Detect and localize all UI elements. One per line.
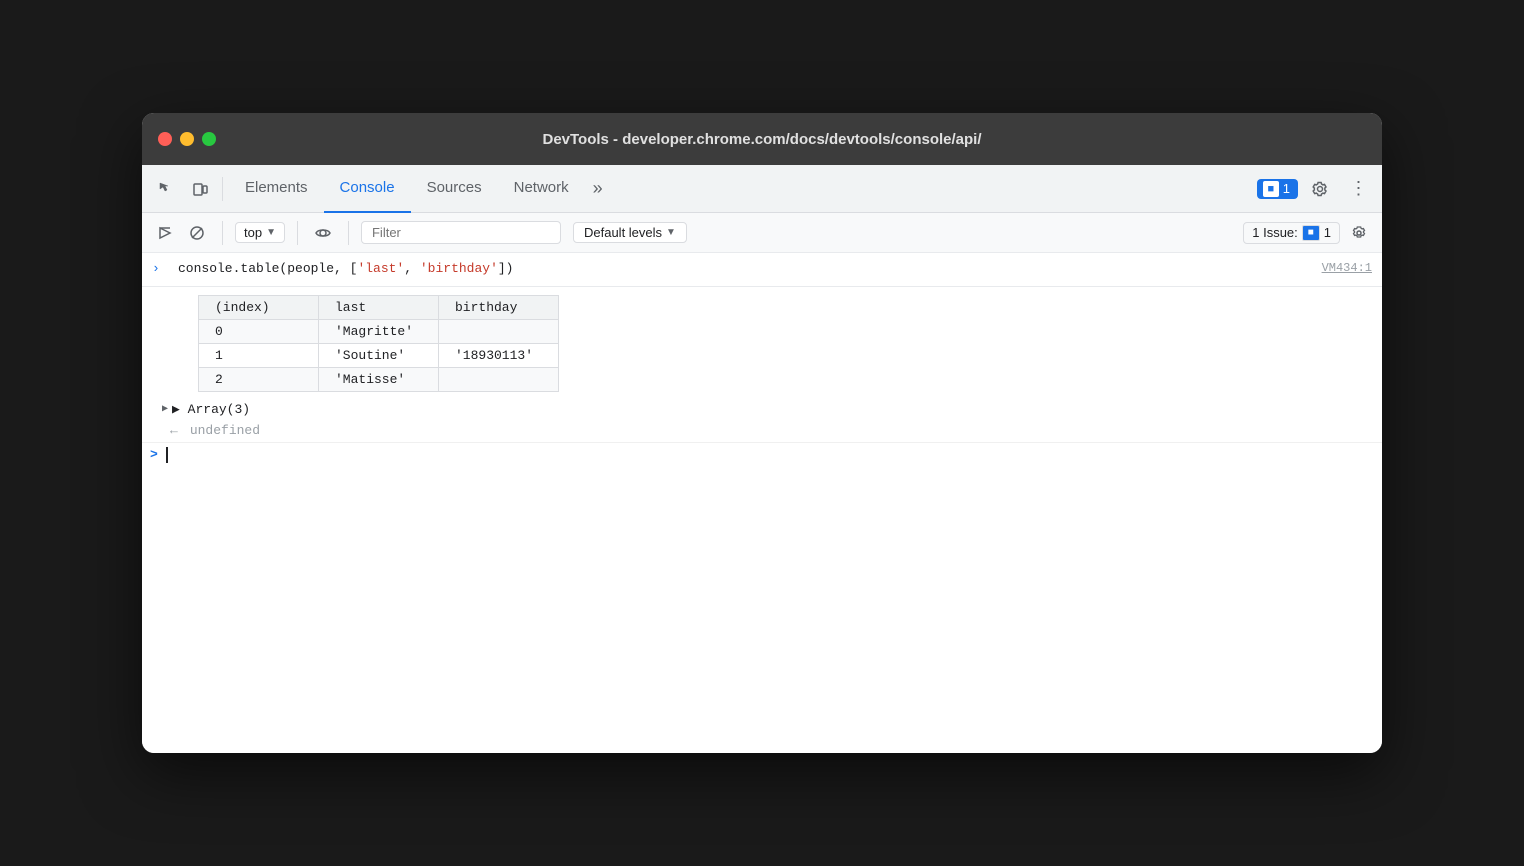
table-cell-birthday-0 xyxy=(439,319,559,343)
toolbar-right: ■ 1 ⋮ xyxy=(1257,173,1374,205)
console-toolbar-divider3 xyxy=(348,221,349,245)
toolbar-divider xyxy=(222,177,223,201)
device-toggle-button[interactable] xyxy=(184,173,216,205)
tab-network[interactable]: Network xyxy=(498,165,585,213)
context-selector[interactable]: top ▼ xyxy=(235,222,285,243)
code-string2: 'birthday' xyxy=(420,261,498,276)
table-cell-birthday-2 xyxy=(439,367,559,391)
console-toolbar-divider2 xyxy=(297,221,298,245)
issue-badge-icon: ■ xyxy=(1263,181,1279,197)
table-row: 1 'Soutine' '18930113' xyxy=(199,343,559,367)
context-dropdown-icon: ▼ xyxy=(266,227,276,238)
table-cell-index-2: 2 xyxy=(199,367,319,391)
tab-console[interactable]: Console xyxy=(324,165,411,213)
maximize-button[interactable] xyxy=(202,132,216,146)
console-settings-button[interactable] xyxy=(1346,220,1372,246)
vm-link[interactable]: VM434:1 xyxy=(1322,259,1372,278)
settings-button[interactable] xyxy=(1304,173,1336,205)
console-table-container: (index) last birthday 0 'Magritte' 1 'So… xyxy=(142,287,1382,400)
table-cell-index-1: 1 xyxy=(199,343,319,367)
table-cell-last-2: 'Matisse' xyxy=(319,367,439,391)
console-toolbar: top ▼ Default levels ▼ 1 Issue: ■ 1 xyxy=(142,213,1382,253)
code-prefix: console.table(people, [ xyxy=(178,261,357,276)
undefined-text: undefined xyxy=(190,423,260,438)
main-toolbar: Elements Console Sources Network » ■ 1 xyxy=(142,165,1382,213)
array-expand[interactable]: ▶ ▶ Array(3) xyxy=(142,400,1382,419)
devtools-window: DevTools - developer.chrome.com/docs/dev… xyxy=(142,113,1382,753)
more-options-button[interactable]: ⋮ xyxy=(1342,173,1374,205)
execute-button[interactable] xyxy=(152,220,178,246)
close-button[interactable] xyxy=(158,132,172,146)
undefined-entry: ← undefined xyxy=(142,419,1382,443)
issue-badge[interactable]: ■ 1 xyxy=(1257,179,1298,199)
command-arrow[interactable]: › xyxy=(152,261,168,276)
tab-sources[interactable]: Sources xyxy=(411,165,498,213)
expand-triangle-icon: ▶ xyxy=(162,403,168,415)
table-cell-index-0: 0 xyxy=(199,319,319,343)
code-comma: , xyxy=(404,261,420,276)
input-cursor-caret xyxy=(166,447,168,463)
input-prompt: > xyxy=(150,447,158,462)
console-input-line[interactable]: > xyxy=(142,443,1382,467)
code-suffix: ]) xyxy=(498,261,514,276)
eye-button[interactable] xyxy=(310,220,336,246)
table-cell-last-0: 'Magritte' xyxy=(319,319,439,343)
console-content: › console.table(people, ['last', 'birthd… xyxy=(142,253,1382,753)
table-row: 2 'Matisse' xyxy=(199,367,559,391)
minimize-button[interactable] xyxy=(180,132,194,146)
issue-count-badge-icon: ■ xyxy=(1302,225,1320,241)
table-header-birthday: birthday xyxy=(439,295,559,319)
table-row: 0 'Magritte' xyxy=(199,319,559,343)
levels-selector[interactable]: Default levels ▼ xyxy=(573,222,687,243)
console-command-code: console.table(people, ['last', 'birthday… xyxy=(178,259,1372,280)
code-string1: 'last' xyxy=(357,261,404,276)
array-expand-label: ▶ Array(3) xyxy=(172,402,250,417)
toolbar-left xyxy=(150,173,216,205)
table-header-index: (index) xyxy=(199,295,319,319)
tab-elements[interactable]: Elements xyxy=(229,165,324,213)
table-cell-birthday-1: '18930113' xyxy=(439,343,559,367)
left-arrow-icon: ← xyxy=(170,423,178,438)
console-toolbar-divider xyxy=(222,221,223,245)
table-cell-last-1: 'Soutine' xyxy=(319,343,439,367)
title-bar: DevTools - developer.chrome.com/docs/dev… xyxy=(142,113,1382,165)
inspect-element-button[interactable] xyxy=(150,173,182,205)
levels-dropdown-icon: ▼ xyxy=(666,227,676,238)
console-table: (index) last birthday 0 'Magritte' 1 'So… xyxy=(198,295,559,392)
more-tabs-button[interactable]: » xyxy=(585,165,611,213)
clear-console-button[interactable] xyxy=(184,220,210,246)
table-header-last: last xyxy=(319,295,439,319)
traffic-lights xyxy=(158,132,216,146)
tab-list: Elements Console Sources Network » xyxy=(229,165,1257,213)
filter-input[interactable] xyxy=(361,221,561,244)
issue-count-badge[interactable]: 1 Issue: ■ 1 xyxy=(1243,222,1340,244)
window-title: DevTools - developer.chrome.com/docs/dev… xyxy=(542,131,981,148)
console-command-entry: › console.table(people, ['last', 'birthd… xyxy=(142,253,1382,287)
